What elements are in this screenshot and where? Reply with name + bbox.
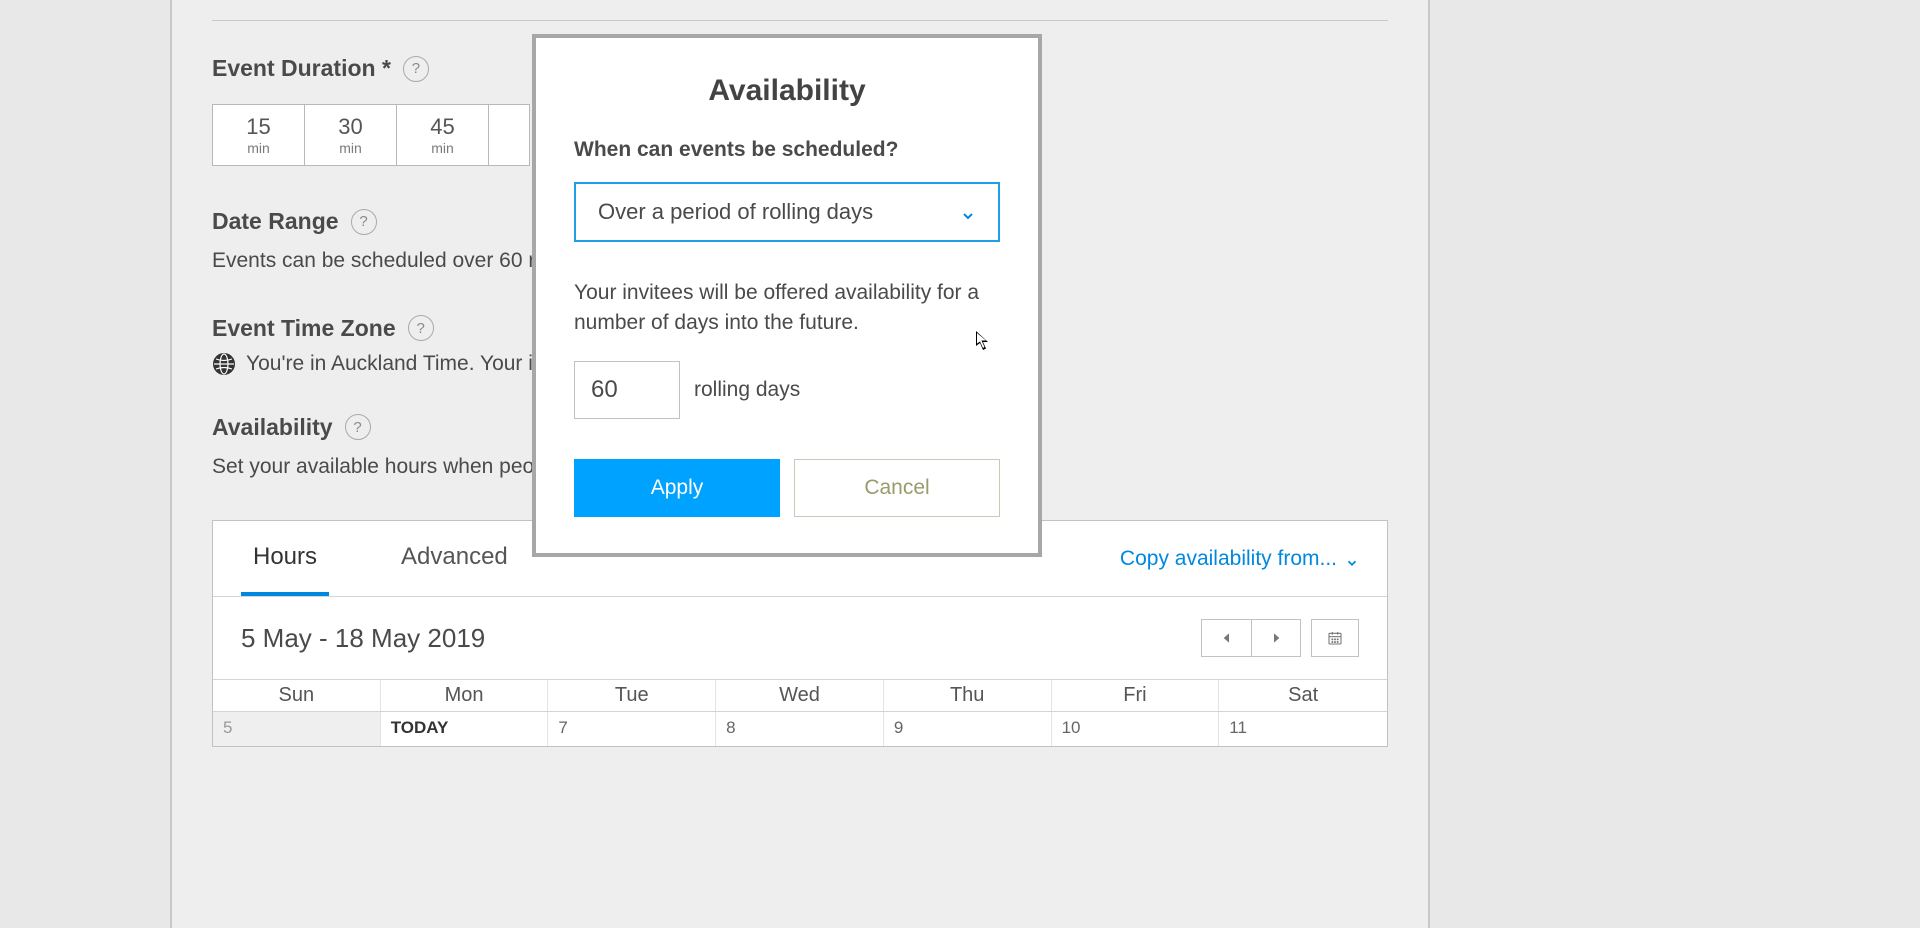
date-cell-today[interactable]: TODAY — [381, 712, 549, 746]
calendar-nav — [1201, 619, 1359, 657]
open-calendar-button[interactable] — [1311, 619, 1359, 657]
tab-advanced[interactable]: Advanced — [389, 521, 520, 596]
copy-availability-link[interactable]: Copy availability from... — [1120, 547, 1359, 571]
duration-option-15[interactable]: 15 min — [213, 105, 305, 165]
globe-icon — [212, 352, 236, 376]
duration-unit: min — [339, 140, 362, 156]
required-indicator: * — [382, 55, 391, 81]
help-icon[interactable]: ? — [408, 315, 434, 341]
duration-value: 30 — [338, 114, 362, 140]
rolling-days-input[interactable] — [574, 361, 680, 419]
duration-option-45[interactable]: 45 min — [397, 105, 489, 165]
duration-value: 15 — [246, 114, 270, 140]
day-head-wed: Wed — [716, 680, 884, 711]
date-cell[interactable]: 5 — [213, 712, 381, 746]
duration-options: 15 min 30 min 45 min — [212, 104, 530, 166]
next-week-button[interactable] — [1251, 619, 1301, 657]
select-value: Over a period of rolling days — [598, 199, 873, 225]
calendar-day-headers: Sun Mon Tue Wed Thu Fri Sat — [213, 680, 1387, 712]
modal-question: When can events be scheduled? — [574, 138, 1000, 162]
day-head-tue: Tue — [548, 680, 716, 711]
prev-week-button[interactable] — [1201, 619, 1251, 657]
day-head-sat: Sat — [1219, 680, 1387, 711]
chevron-down-icon — [960, 204, 976, 220]
calendar-range-text: 5 May - 18 May 2019 — [241, 623, 485, 654]
date-cell[interactable]: 8 — [716, 712, 884, 746]
divider — [212, 20, 1388, 21]
day-head-sun: Sun — [213, 680, 381, 711]
date-cell[interactable]: 9 — [884, 712, 1052, 746]
help-icon[interactable]: ? — [403, 56, 429, 82]
day-head-thu: Thu — [884, 680, 1052, 711]
calendar-range-row: 5 May - 18 May 2019 — [213, 597, 1387, 680]
copy-availability-text: Copy availability from... — [1120, 547, 1337, 571]
help-icon[interactable]: ? — [345, 414, 371, 440]
rolling-days-row: rolling days — [574, 361, 1000, 419]
cancel-button[interactable]: Cancel — [794, 459, 1000, 517]
duration-unit: min — [431, 140, 454, 156]
settings-panel: Event Duration * ? 15 min 30 min 45 min … — [170, 0, 1430, 928]
duration-value: 45 — [430, 114, 454, 140]
apply-button[interactable]: Apply — [574, 459, 780, 517]
date-cell[interactable]: 7 — [548, 712, 716, 746]
tab-hours[interactable]: Hours — [241, 521, 329, 596]
duration-option-30[interactable]: 30 min — [305, 105, 397, 165]
chevron-down-icon — [1345, 552, 1359, 566]
rolling-days-label: rolling days — [694, 378, 800, 402]
modal-buttons: Apply Cancel — [574, 459, 1000, 517]
day-head-mon: Mon — [381, 680, 549, 711]
duration-option-more[interactable] — [489, 105, 529, 165]
modal-title: Availability — [574, 74, 1000, 108]
calendar-date-row: 5 TODAY 7 8 9 10 11 — [213, 712, 1387, 746]
timezone-text: You're in Auckland Time. Your invite — [246, 352, 577, 376]
help-icon[interactable]: ? — [351, 209, 377, 235]
schedule-mode-select[interactable]: Over a period of rolling days — [574, 182, 1000, 242]
modal-description: Your invitees will be offered availabili… — [574, 278, 1000, 339]
availability-modal: Availability When can events be schedule… — [532, 34, 1042, 557]
duration-unit: min — [247, 140, 270, 156]
date-cell[interactable]: 11 — [1219, 712, 1387, 746]
date-cell[interactable]: 10 — [1052, 712, 1220, 746]
day-head-fri: Fri — [1052, 680, 1220, 711]
